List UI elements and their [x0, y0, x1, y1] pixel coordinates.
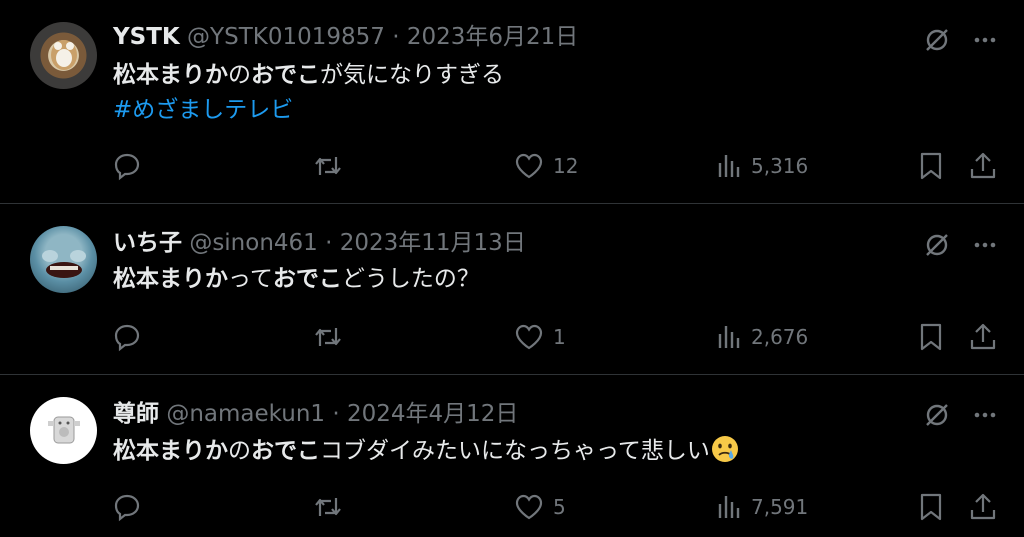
text-plain: が気になりすぎる: [320, 62, 504, 88]
more-icon[interactable]: [970, 25, 1000, 55]
like-count: 1: [553, 325, 566, 349]
heart-icon: [515, 153, 543, 179]
text-plain: どうしたの？: [341, 266, 480, 292]
retweet-icon: [315, 498, 341, 516]
bookmark-button[interactable]: [918, 321, 944, 353]
views-icon: [718, 496, 740, 518]
text-bold: おでこ: [251, 438, 320, 464]
bookmark-button[interactable]: [918, 150, 944, 182]
like-button[interactable]: 12: [514, 150, 578, 182]
avatar[interactable]: [30, 226, 97, 293]
text-plain: コブダイみたいになっちゃって悲しい: [320, 438, 710, 464]
action-bar: 1 2,676: [0, 321, 1024, 353]
like-count: 5: [553, 495, 566, 519]
text-bold: 松本まりか: [113, 62, 228, 88]
text-plain: の: [228, 62, 251, 88]
tweet-feed: YSTK @YSTK01019857 · 2023年6月21日 松本まりかのおで…: [0, 0, 1024, 537]
reply-button[interactable]: [112, 321, 142, 353]
share-icon: [970, 493, 996, 520]
view-count: 7,591: [751, 495, 809, 519]
tweet-text: 松本まりかのおでこコブダイみたいになっちゃって悲しい: [113, 434, 740, 466]
tweet-text: 松本まりかっておでこどうしたの？: [113, 264, 480, 294]
handle[interactable]: @YSTK01019857: [187, 24, 385, 50]
view-count: 5,316: [751, 154, 809, 178]
share-button[interactable]: [968, 150, 998, 182]
share-icon: [970, 323, 996, 350]
tweet-header: 尊師 @namaekun1 · 2024年4月12日: [113, 399, 518, 429]
bookmark-button[interactable]: [918, 491, 944, 523]
views-icon: [718, 326, 740, 348]
reply-icon: [114, 153, 140, 181]
bookmark-icon: [920, 152, 942, 180]
like-count: 12: [553, 154, 579, 178]
heart-icon: [515, 324, 543, 350]
handle[interactable]: @sinon461: [189, 230, 318, 256]
views-button[interactable]: 2,676: [716, 321, 808, 353]
hashtag-link[interactable]: #めざましテレビ: [113, 95, 293, 125]
reply-button[interactable]: [112, 491, 142, 523]
separator: ·: [384, 24, 407, 50]
like-button[interactable]: 1: [514, 321, 566, 353]
more-icon[interactable]: [970, 400, 1000, 430]
share-icon: [970, 152, 996, 179]
avatar[interactable]: [30, 22, 97, 89]
bookmark-icon: [920, 493, 942, 521]
separator: ·: [317, 230, 340, 256]
tweet-header: YSTK @YSTK01019857 · 2023年6月21日: [113, 22, 578, 52]
tweet[interactable]: 尊師 @namaekun1 · 2024年4月12日 松本まりかのおでこコブダイ…: [0, 375, 1024, 537]
reply-icon: [114, 324, 140, 352]
handle[interactable]: @namaekun1: [166, 401, 325, 427]
retweet-icon: [315, 157, 341, 175]
display-name[interactable]: 尊師: [113, 401, 159, 427]
views-icon: [718, 155, 740, 177]
grok-icon[interactable]: [922, 25, 952, 55]
text-plain: の: [228, 438, 251, 464]
display-name[interactable]: いち子: [113, 230, 182, 256]
grok-icon[interactable]: [922, 230, 952, 260]
share-button[interactable]: [968, 321, 998, 353]
grok-icon[interactable]: [922, 400, 952, 430]
views-button[interactable]: 5,316: [716, 150, 808, 182]
separator: ·: [325, 401, 347, 427]
avatar[interactable]: [30, 397, 97, 464]
action-bar: 5 7,591: [0, 491, 1024, 523]
tweet-text: 松本まりかのおでこが気になりすぎる: [113, 60, 504, 90]
tweet-date[interactable]: 2024年4月12日: [347, 401, 518, 427]
share-button[interactable]: [968, 491, 998, 523]
retweet-button[interactable]: [312, 491, 344, 523]
retweet-button[interactable]: [312, 150, 344, 182]
text-bold: 松本まりか: [113, 438, 228, 464]
crying-face-emoji: [710, 434, 740, 464]
reply-icon: [114, 494, 140, 522]
retweet-button[interactable]: [312, 321, 344, 353]
text-bold: おでこ: [272, 266, 342, 292]
tweet-header: いち子 @sinon461 · 2023年11月13日: [113, 228, 526, 258]
view-count: 2,676: [751, 325, 809, 349]
action-bar: 12 5,316: [0, 150, 1024, 182]
tweet-date[interactable]: 2023年11月13日: [340, 230, 526, 256]
text-plain: って: [228, 266, 273, 292]
like-button[interactable]: 5: [514, 491, 566, 523]
more-icon[interactable]: [970, 230, 1000, 260]
views-button[interactable]: 7,591: [716, 491, 808, 523]
tweet[interactable]: YSTK @YSTK01019857 · 2023年6月21日 松本まりかのおで…: [0, 0, 1024, 203]
text-bold: おでこ: [251, 62, 320, 88]
tweet-date[interactable]: 2023年6月21日: [407, 24, 578, 50]
tweet[interactable]: いち子 @sinon461 · 2023年11月13日 松本まりかっておでこどう…: [0, 204, 1024, 374]
bookmark-icon: [920, 323, 942, 351]
reply-button[interactable]: [112, 150, 142, 182]
display-name[interactable]: YSTK: [113, 24, 180, 50]
retweet-icon: [315, 328, 341, 346]
text-bold: 松本まりか: [113, 266, 228, 292]
heart-icon: [515, 494, 543, 520]
